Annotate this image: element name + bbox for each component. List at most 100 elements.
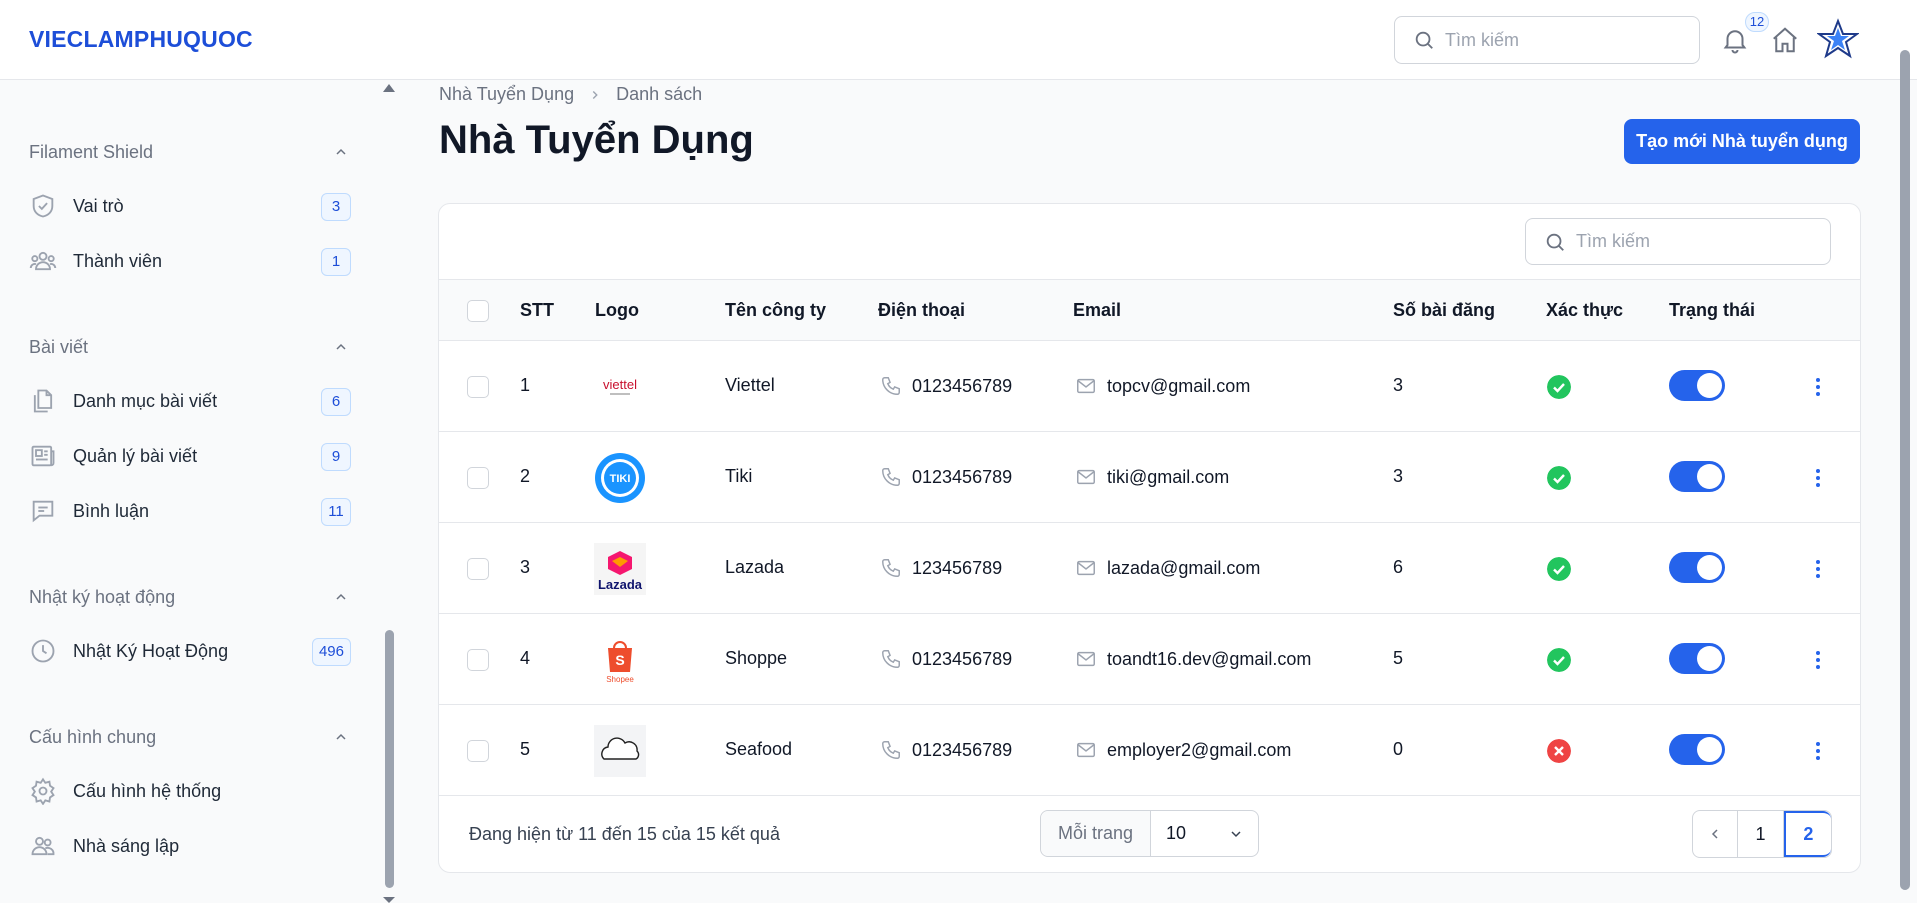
toggle-knob: [1697, 373, 1722, 398]
column-logo: Logo: [595, 300, 639, 320]
table-search-input[interactable]: [1576, 231, 1816, 252]
sidebar-group-cau-hinh-chung[interactable]: Cấu hình chung: [29, 725, 349, 749]
page-scrollbar[interactable]: [1900, 50, 1910, 890]
sidebar-item-label: Cấu hình hệ thống: [73, 780, 222, 801]
more-vertical-icon[interactable]: [1808, 375, 1828, 399]
column-company[interactable]: Tên công ty: [725, 300, 826, 321]
row-company: Tiki: [725, 466, 753, 486]
sidebar-scrollbar[interactable]: [385, 630, 394, 888]
column-posts[interactable]: Số bài đăng: [1393, 300, 1495, 321]
status-toggle[interactable]: [1669, 643, 1725, 674]
sidebar-item-label: Bình luận: [73, 500, 150, 521]
svg-text:S: S: [615, 652, 624, 668]
row-checkbox[interactable]: [467, 740, 489, 762]
sidebar-item-nhat-ky-hoat-dong[interactable]: Nhật Ký Hoạt Động 496: [29, 631, 351, 671]
more-vertical-icon[interactable]: [1808, 739, 1828, 763]
breadcrumb: Nhà Tuyển Dụng Danh sách: [439, 84, 702, 105]
mail-icon: [1077, 560, 1095, 576]
sidebar-item-thanh-vien[interactable]: Thành viên 1: [29, 241, 351, 281]
status-toggle[interactable]: [1669, 370, 1725, 401]
clock-icon: [31, 639, 55, 663]
home-icon[interactable]: [1770, 24, 1800, 56]
scroll-up-arrow[interactable]: [383, 84, 395, 92]
per-page-value[interactable]: 10: [1151, 811, 1258, 856]
row-stt: 3: [520, 557, 531, 577]
count-badge: 496: [311, 638, 351, 666]
row-posts: 5: [1393, 648, 1404, 668]
sidebar-item-label: Nhà sáng lập: [73, 835, 180, 856]
brand-logo[interactable]: VIECLAMPHUQUOC: [29, 26, 253, 53]
column-stt: STT: [520, 300, 554, 320]
row-company: Lazada: [725, 557, 785, 577]
status-toggle[interactable]: [1669, 734, 1725, 765]
sidebar-item-nha-sang-lap[interactable]: Nhà sáng lập: [29, 826, 351, 866]
column-phone[interactable]: Điện thoại: [878, 300, 965, 321]
sidebar-item-vai-tro[interactable]: Vai trò 3: [29, 186, 351, 226]
prev-page-button[interactable]: [1693, 811, 1739, 857]
sidebar-group-nhat-ky[interactable]: Nhật ký hoạt động: [29, 585, 349, 609]
sidebar-item-danh-muc-bai-viet[interactable]: Danh mục bài viết 6: [29, 381, 351, 421]
sidebar-item-cau-hinh-he-thong[interactable]: Cấu hình hệ thống: [29, 771, 351, 811]
sidebar-group-filament-shield[interactable]: Filament Shield: [29, 140, 349, 164]
more-vertical-icon[interactable]: [1808, 557, 1828, 581]
phone-icon: [882, 650, 900, 668]
status-toggle[interactable]: [1669, 461, 1725, 492]
table-row[interactable]: 1 viettel Viettel 0123456789 topcv@gmail…: [439, 341, 1860, 432]
chevron-right-icon: [592, 90, 598, 99]
row-checkbox[interactable]: [467, 649, 489, 671]
newspaper-icon: [31, 445, 55, 467]
row-stt: 2: [520, 466, 531, 486]
phone-value: 0123456789: [912, 739, 1013, 760]
email-value: tiki@gmail.com: [1107, 466, 1230, 487]
row-phone: 0123456789: [880, 466, 1012, 488]
count-badge: 11: [321, 498, 351, 526]
page-1-button[interactable]: 1: [1738, 811, 1784, 857]
more-vertical-icon[interactable]: [1808, 648, 1828, 672]
chevron-up-icon[interactable]: [333, 144, 349, 160]
chevron-up-icon[interactable]: [333, 589, 349, 605]
create-employer-button[interactable]: Tạo mới Nhà tuyển dụng: [1624, 119, 1860, 164]
table-row[interactable]: 2 TIKI Tiki 0123456789 tiki@gmail.com 3: [439, 432, 1860, 523]
logo-text: Shopee: [606, 675, 634, 684]
comment-icon: [32, 500, 54, 523]
logo-text: TIKI: [610, 473, 631, 485]
phone-icon: [882, 741, 900, 759]
table-row[interactable]: 4 S Shopee Shoppe 0123456789 toandt16.dev…: [439, 614, 1860, 705]
column-email[interactable]: Email: [1073, 300, 1121, 321]
more-vertical-icon[interactable]: [1808, 466, 1828, 490]
row-posts: 3: [1393, 375, 1404, 395]
toggle-knob: [1697, 464, 1722, 489]
row-checkbox[interactable]: [467, 376, 489, 398]
scroll-down-arrow[interactable]: [383, 897, 395, 903]
status-toggle[interactable]: [1669, 552, 1725, 583]
table-row[interactable]: 3 Lazada Lazada 123456789 lazada@gmail.c…: [439, 523, 1860, 614]
sidebar-item-quan-ly-bai-viet[interactable]: Quản lý bài viết 9: [29, 436, 351, 476]
sidebar-item-binh-luan[interactable]: Bình luận 11: [29, 491, 351, 531]
x-circle-icon: [1547, 739, 1571, 763]
chevron-up-icon[interactable]: [333, 339, 349, 355]
row-checkbox[interactable]: [467, 558, 489, 580]
global-search-input[interactable]: [1445, 29, 1685, 51]
tiki-logo: TIKI: [595, 453, 645, 503]
page-2-button[interactable]: 2: [1783, 811, 1831, 857]
breadcrumb-parent[interactable]: Nhà Tuyển Dụng: [439, 84, 574, 105]
toggle-knob: [1697, 646, 1722, 671]
avatar[interactable]: [1817, 18, 1859, 60]
table-search[interactable]: [1525, 218, 1831, 265]
sidebar-group-bai-viet[interactable]: Bài viết: [29, 335, 349, 359]
search-icon: [1546, 233, 1564, 251]
table-row[interactable]: 5 Seafood 0123456789 employer2@gmail.com…: [439, 705, 1860, 796]
pagination: 1 2: [1692, 810, 1832, 858]
select-all-checkbox[interactable]: [467, 300, 489, 322]
sidebar-item-label: Nhật Ký Hoạt Động: [73, 640, 229, 661]
shopee-logo: S Shopee: [606, 641, 634, 684]
chevron-up-icon[interactable]: [333, 729, 349, 745]
table-header: STT Logo Tên công ty Điện thoại Email Số…: [439, 279, 1860, 341]
global-search[interactable]: [1394, 16, 1700, 64]
bell-icon[interactable]: [1720, 24, 1750, 56]
per-page-select[interactable]: Mỗi trang 10: [1040, 810, 1259, 857]
row-posts: 3: [1393, 466, 1404, 486]
row-checkbox[interactable]: [467, 467, 489, 489]
sidebar-item-label: Vai trò: [73, 195, 124, 216]
row-email: tiki@gmail.com: [1075, 466, 1229, 488]
